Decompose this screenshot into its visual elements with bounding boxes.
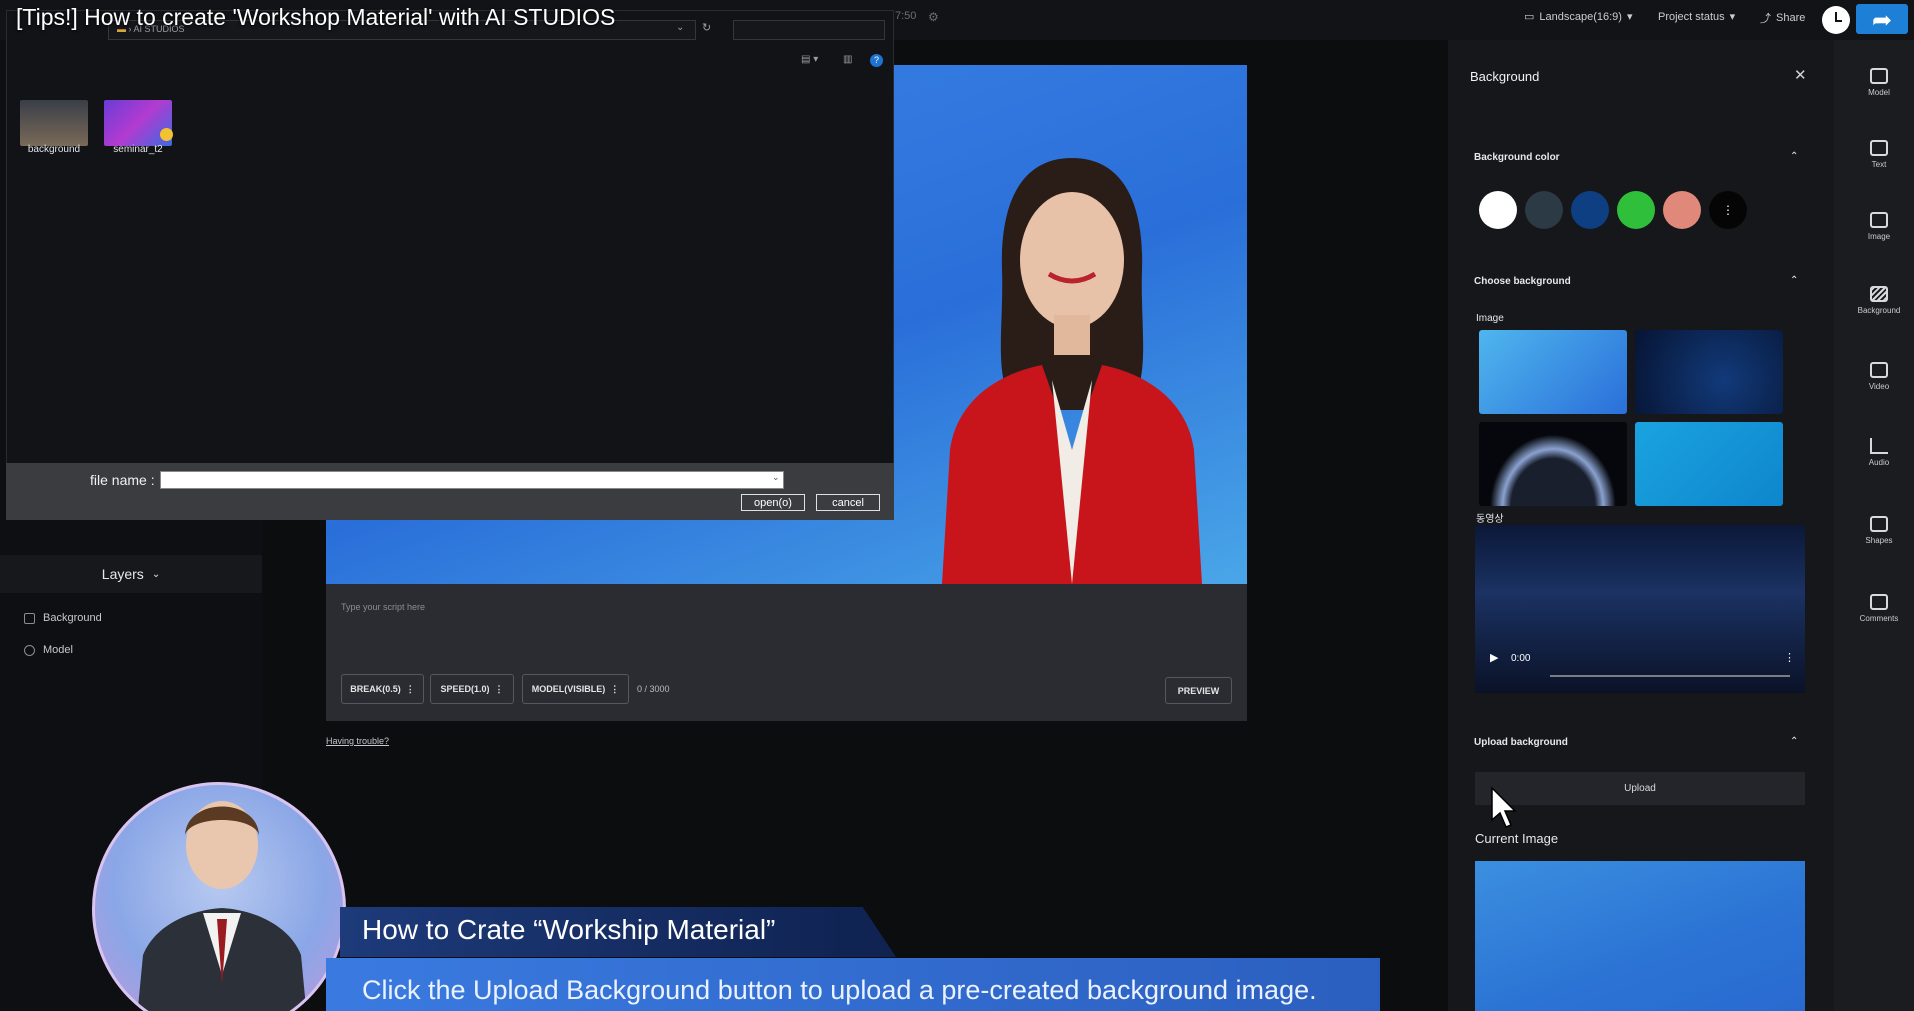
audio-icon bbox=[1870, 438, 1888, 454]
tool-audio[interactable]: Audio bbox=[1844, 438, 1914, 467]
cancel-button[interactable]: cancel bbox=[816, 494, 880, 511]
open-button[interactable]: open(o) bbox=[741, 494, 805, 511]
play-badge-icon bbox=[160, 128, 173, 141]
project-status-select[interactable]: Project status ▾ bbox=[1658, 10, 1736, 24]
file-name-label: file name : bbox=[90, 472, 155, 488]
presenter-avatar bbox=[92, 782, 346, 1011]
text-icon bbox=[1870, 140, 1888, 156]
tool-model[interactable]: Model bbox=[1844, 68, 1914, 97]
speed-button[interactable]: SPEED(1.0) ⋮ bbox=[430, 674, 514, 704]
chevron-down-icon: ⌄ bbox=[151, 568, 161, 580]
chevron-down-icon[interactable]: ⌄ bbox=[676, 22, 684, 33]
more-icon: ⋮ bbox=[610, 683, 620, 694]
color-swatch-slate[interactable] bbox=[1525, 191, 1563, 229]
mouse-cursor-icon bbox=[1491, 786, 1517, 828]
color-swatch-navy[interactable] bbox=[1571, 191, 1609, 229]
image-section-label: Image bbox=[1476, 313, 1504, 324]
background-color-header[interactable]: Background color bbox=[1474, 152, 1560, 163]
break-button[interactable]: BREAK(0.5) ⋮ bbox=[341, 674, 424, 704]
close-icon[interactable]: ✕ bbox=[1794, 66, 1807, 84]
image-icon bbox=[1870, 212, 1888, 228]
video-title[interactable]: [Tips!] How to create 'Workshop Material… bbox=[16, 4, 615, 31]
bg-option-world-map[interactable] bbox=[1635, 422, 1783, 506]
tool-video[interactable]: Video bbox=[1844, 362, 1914, 391]
bg-option-dark-blue[interactable] bbox=[1635, 330, 1783, 414]
current-image-label: Current Image bbox=[1475, 831, 1559, 846]
clock-icon[interactable] bbox=[1822, 6, 1850, 34]
color-swatch-white[interactable] bbox=[1479, 191, 1517, 229]
current-image-preview bbox=[1475, 861, 1805, 1011]
tutorial-caption: Click the Upload Background button to up… bbox=[362, 975, 1317, 1005]
preview-pane-icon[interactable]: ▥ bbox=[843, 54, 852, 65]
chevron-up-icon[interactable]: ⌃ bbox=[1790, 151, 1798, 162]
chevron-down-icon: ▾ bbox=[1626, 11, 1633, 23]
file-thumbnail-background[interactable] bbox=[20, 100, 88, 146]
share-icon: ⤴ bbox=[1760, 13, 1771, 25]
video-icon bbox=[1870, 362, 1888, 378]
having-trouble-link[interactable]: Having trouble? bbox=[326, 736, 389, 746]
more-icon: ⋮ bbox=[494, 683, 504, 694]
view-mode-icon[interactable]: ▤ ▾ bbox=[801, 54, 818, 65]
video-background-preview[interactable] bbox=[1475, 525, 1805, 693]
character-counter: 0 / 3000 bbox=[637, 684, 670, 694]
bg-option-blue-gradient[interactable] bbox=[1479, 330, 1627, 414]
youtube-share-icon[interactable]: ➦ bbox=[1872, 6, 1892, 35]
tutorial-heading: How to Crate “Workship Material” bbox=[362, 914, 776, 945]
presenter-figure bbox=[137, 801, 307, 1011]
bg-option-planet[interactable] bbox=[1479, 422, 1627, 506]
upload-background-header[interactable]: Upload background bbox=[1474, 737, 1568, 748]
tool-shapes[interactable]: Shapes bbox=[1844, 516, 1914, 545]
script-placeholder: Type your script here bbox=[341, 602, 426, 612]
play-icon[interactable]: ▶ bbox=[1490, 651, 1498, 664]
video-progress-bar[interactable] bbox=[1550, 675, 1790, 677]
chevron-up-icon[interactable]: ⌃ bbox=[1790, 736, 1798, 747]
settings-icon[interactable]: ⚙ bbox=[928, 10, 939, 24]
model-icon bbox=[1870, 68, 1888, 84]
tool-background[interactable]: Background bbox=[1844, 286, 1914, 315]
comments-icon bbox=[1870, 594, 1888, 610]
file-open-dialog bbox=[6, 10, 894, 520]
more-icon[interactable]: ⋮ bbox=[1784, 651, 1795, 664]
tool-comments[interactable]: Comments bbox=[1844, 594, 1914, 623]
color-swatch-green[interactable] bbox=[1617, 191, 1655, 229]
choose-background-header[interactable]: Choose background bbox=[1474, 276, 1571, 287]
more-colors-icon[interactable]: ⋮ bbox=[1709, 191, 1747, 229]
orientation-select[interactable]: ▭ Landscape(16:9) ▾ bbox=[1524, 10, 1633, 24]
panel-title: Background bbox=[1470, 69, 1540, 84]
video-time: 0:00 bbox=[1511, 653, 1531, 664]
tool-image[interactable]: Image bbox=[1844, 212, 1914, 241]
background-icon bbox=[1870, 286, 1888, 302]
layers-header[interactable]: Layers ⌄ bbox=[0, 555, 262, 593]
shapes-icon bbox=[1870, 516, 1888, 532]
share-button[interactable]: ⤴ Share bbox=[1760, 10, 1805, 26]
person-icon bbox=[24, 644, 35, 656]
chevron-down-icon[interactable]: ⌄ bbox=[772, 472, 780, 483]
layer-item-background[interactable]: Background bbox=[24, 612, 102, 624]
preview-button[interactable]: PREVIEW bbox=[1165, 677, 1232, 704]
tool-text[interactable]: Text bbox=[1844, 140, 1914, 169]
file-name-input[interactable] bbox=[160, 471, 784, 489]
color-swatch-salmon[interactable] bbox=[1663, 191, 1701, 229]
help-icon[interactable]: ? bbox=[870, 54, 883, 67]
file-label-background: background bbox=[27, 144, 81, 155]
video-section-label: 동영상 bbox=[1476, 514, 1504, 525]
chevron-down-icon: ▾ bbox=[1729, 11, 1736, 23]
chevron-up-icon[interactable]: ⌃ bbox=[1790, 275, 1798, 286]
screen-icon: ▭ bbox=[1524, 11, 1535, 23]
more-icon: ⋮ bbox=[405, 683, 415, 694]
model-visible-button[interactable]: MODEL(VISIBLE) ⋮ bbox=[522, 674, 629, 704]
ai-model-avatar[interactable] bbox=[922, 150, 1222, 584]
layer-item-model[interactable]: Model bbox=[24, 644, 73, 656]
file-label-seminar: seminar_t2 bbox=[113, 144, 163, 155]
upload-button[interactable]: Upload bbox=[1475, 772, 1805, 805]
dialog-search-input[interactable] bbox=[733, 20, 885, 40]
refresh-icon[interactable]: ↻ bbox=[702, 21, 711, 34]
image-icon bbox=[24, 612, 35, 624]
time-display: 7:50 bbox=[895, 10, 917, 22]
